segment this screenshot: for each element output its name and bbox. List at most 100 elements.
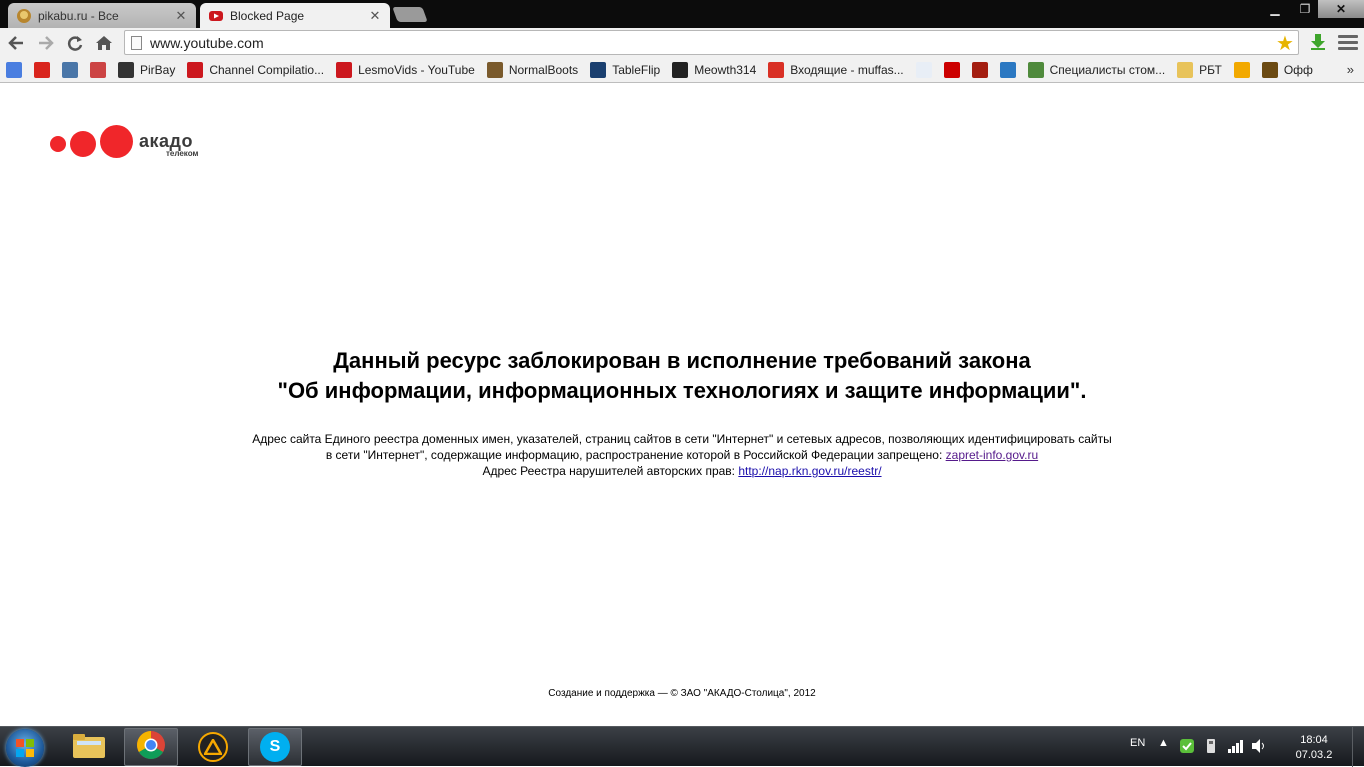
address-url: www.youtube.com [150, 34, 264, 51]
bookmark-item[interactable] [90, 62, 106, 78]
bookmark-item[interactable]: Meowth314 [672, 62, 756, 78]
bookmark-item[interactable] [915, 62, 932, 78]
folder-icon [72, 731, 106, 764]
nap-registry-link[interactable]: http://nap.rkn.gov.ru/reestr/ [738, 464, 881, 478]
info-line-1: Адрес сайта Единого реестра доменных име… [252, 432, 1112, 446]
show-desktop-button[interactable] [1352, 727, 1364, 767]
akado-logo: акадо телеком [50, 125, 210, 161]
bookmark-item[interactable]: РБТ [1177, 62, 1222, 78]
volume-icon[interactable] [1252, 739, 1268, 756]
tab-blocked-page[interactable]: Blocked Page ✕ [200, 3, 390, 28]
bookmark-star-icon[interactable]: ★ [1274, 32, 1296, 55]
bookmark-label: Meowth314 [694, 63, 757, 77]
headline-line-1: Данный ресурс заблокирован в исполнение … [333, 348, 1031, 373]
tray-expand-icon[interactable]: ▲ [1158, 737, 1169, 749]
address-bar[interactable]: www.youtube.com [124, 30, 1299, 55]
pikabu-favicon-icon [16, 8, 32, 24]
skype-icon: S [260, 732, 290, 762]
zapret-info-link[interactable]: zapret-info.gov.ru [946, 448, 1039, 462]
bookmark-item[interactable]: NormalBoots [486, 62, 578, 78]
minimize-icon[interactable]: ▁ [1260, 0, 1290, 18]
dental-icon [1027, 62, 1044, 78]
aimp-icon [198, 732, 228, 762]
tray-app-icon[interactable] [1180, 739, 1194, 756]
tab-close-icon[interactable]: ✕ [174, 8, 188, 24]
bookmark-label: LesmoVids - YouTube [358, 63, 475, 77]
bookmarks-overflow-icon[interactable]: » [1347, 62, 1354, 77]
taskbar-aimp[interactable] [186, 728, 240, 766]
start-button[interactable] [6, 729, 44, 767]
reload-icon[interactable] [63, 31, 87, 55]
bookmark-label: Специалисты стом... [1049, 63, 1166, 77]
logo-dot-large [100, 125, 133, 158]
bookmark-label: TableFlip [612, 63, 661, 77]
youtube-icon [187, 62, 204, 78]
taskbar-skype[interactable]: S [248, 728, 302, 766]
wow-icon [1261, 62, 1278, 78]
bookmark-item[interactable] [1233, 62, 1250, 78]
taskbar-explorer[interactable] [62, 728, 116, 766]
bookmark-item[interactable] [62, 62, 78, 78]
clock-date: 07.03.2 [1295, 749, 1333, 761]
tab-pikabu[interactable]: pikabu.ru - Все ✕ [8, 3, 196, 28]
browser-titlebar: pikabu.ru - Все ✕ Blocked Page ✕ ▁ ❐ ✕ [0, 0, 1364, 28]
bookmark-item[interactable]: Channel Compilatio... [187, 62, 324, 78]
forward-arrow-icon[interactable] [34, 31, 58, 55]
network-signal-icon[interactable] [1228, 739, 1244, 756]
bookmark-item[interactable]: LesmoVids - YouTube [336, 62, 475, 78]
bookmark-label: Офф [1283, 63, 1313, 77]
windows-logo-icon [16, 739, 34, 757]
youtube-icon [336, 62, 353, 78]
bookmark-label: РБТ [1199, 63, 1222, 77]
bookmarks-bar: PirBay Channel Compilatio... LesmoVids - Y… [0, 58, 1364, 83]
registry-info: Адрес сайта Единого реестра доменных име… [0, 431, 1364, 479]
bookmark-label: Channel Compilatio... [209, 63, 325, 77]
bookmark-item[interactable] [34, 62, 50, 78]
menu-icon[interactable] [1338, 32, 1358, 52]
folder-icon [1177, 62, 1194, 78]
steam-icon [672, 62, 689, 78]
usb-device-icon[interactable] [1204, 739, 1218, 756]
close-window-icon[interactable]: ✕ [1318, 0, 1364, 18]
google-icon [6, 62, 22, 78]
bookmark-item[interactable]: Офф [1261, 62, 1313, 78]
bookmark-item[interactable]: TableFlip [590, 62, 660, 78]
home-icon[interactable] [92, 31, 116, 55]
clock[interactable]: 18:04 07.03.2 [1290, 733, 1338, 763]
youtube-favicon-icon [208, 8, 224, 24]
circle-logo-icon [999, 62, 1016, 78]
bookmark-label: Входящие - muffas... [790, 63, 904, 77]
info-line-3-text: Адрес Реестра нарушителей авторских прав… [482, 464, 739, 478]
logo-dot-medium [70, 131, 96, 157]
tableflip-icon [590, 62, 607, 78]
info-line-2-text: в сети "Интернет", содержащие информацию… [325, 448, 946, 462]
red-square-icon [971, 62, 988, 78]
bookmark-item[interactable] [971, 62, 988, 78]
bookmark-item[interactable] [999, 62, 1016, 78]
bookmark-item[interactable]: Специалисты стом... [1027, 62, 1166, 78]
restore-icon[interactable]: ❐ [1290, 0, 1320, 18]
flower-icon [90, 62, 106, 78]
tile-icon [915, 62, 932, 78]
c-logo-icon [943, 62, 960, 78]
language-indicator[interactable]: EN [1130, 737, 1145, 749]
puzzle-icon [1233, 62, 1250, 78]
logo-subtitle: телеком [166, 149, 199, 158]
new-tab-button[interactable] [392, 7, 428, 22]
bookmark-item[interactable] [6, 62, 22, 78]
back-arrow-icon[interactable] [4, 31, 28, 55]
bookmark-item[interactable]: Входящие - muffas... [768, 62, 904, 78]
bookmark-label: PirBay [140, 63, 176, 77]
download-extension-icon[interactable] [1308, 32, 1328, 52]
info-line-3: Адрес Реестра нарушителей авторских прав… [0, 463, 1364, 479]
headline-line-2: "Об информации, информационных технологи… [277, 378, 1087, 403]
taskbar-chrome[interactable] [124, 728, 178, 766]
ussr-icon [34, 62, 50, 78]
boots-icon [486, 62, 503, 78]
chrome-icon [136, 730, 166, 765]
bookmark-item[interactable]: PirBay [118, 62, 175, 78]
windows-taskbar: S EN ▲ 18:04 07.03.2 [0, 726, 1364, 767]
bookmark-item[interactable] [943, 62, 960, 78]
tab-label: pikabu.ru - Все [38, 8, 119, 23]
tab-close-icon[interactable]: ✕ [368, 8, 382, 24]
